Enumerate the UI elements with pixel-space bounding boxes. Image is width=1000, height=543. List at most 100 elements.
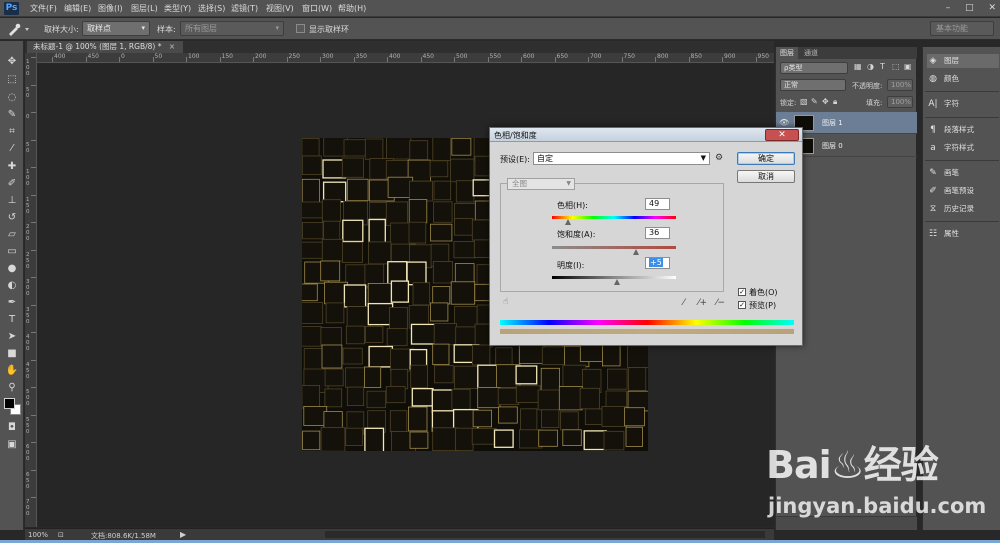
clone-stamp-tool-icon[interactable]: ⊥ bbox=[4, 194, 20, 208]
filter-type-icon[interactable]: T bbox=[880, 62, 885, 71]
dialog-titlebar[interactable]: 色相/饱和度 ✕ bbox=[490, 128, 802, 142]
saturation-input[interactable]: 36 bbox=[645, 227, 670, 239]
hue-slider-thumb[interactable] bbox=[565, 219, 572, 225]
dock-item-brush[interactable]: ✎ 画笔 bbox=[927, 166, 999, 180]
eyedropper-add-icon[interactable]: ⁄+ bbox=[698, 298, 707, 308]
healing-brush-tool-icon[interactable]: ✚ bbox=[4, 160, 20, 174]
dialog-close-button[interactable]: ✕ bbox=[765, 129, 799, 141]
quick-mask-icon[interactable]: ◘ bbox=[4, 421, 20, 435]
menu-layer[interactable]: 图层(L) bbox=[131, 3, 158, 14]
pen-tool-icon[interactable]: ✒ bbox=[4, 296, 20, 310]
menu-edit[interactable]: 编辑(E) bbox=[64, 3, 91, 14]
filter-smart-icon[interactable]: ▣ bbox=[904, 62, 912, 71]
quick-select-tool-icon[interactable]: ✎ bbox=[4, 108, 20, 122]
lock-image-icon[interactable]: ✎ bbox=[811, 97, 818, 106]
fill-input[interactable]: 100% bbox=[887, 96, 913, 108]
saturation-slider[interactable] bbox=[552, 246, 676, 249]
hand-tool-icon[interactable]: ✋ bbox=[4, 364, 20, 378]
targeted-adjustment-hand-icon[interactable]: ☝ bbox=[503, 297, 508, 307]
show-sampling-ring-checkbox[interactable] bbox=[296, 24, 305, 33]
menu-file[interactable]: 文件(F) bbox=[30, 3, 57, 14]
eyedropper-icon[interactable] bbox=[6, 22, 32, 36]
eyedropper-subtract-icon[interactable]: ⁄− bbox=[716, 298, 725, 308]
channel-select[interactable]: 全图 ▼ bbox=[507, 178, 575, 190]
cube-face bbox=[493, 429, 514, 448]
status-menu-arrow[interactable]: ▶ bbox=[180, 530, 186, 539]
close-icon[interactable]: × bbox=[169, 42, 175, 51]
dock-item-character-styles[interactable]: a 字符样式 bbox=[927, 141, 999, 155]
menu-type[interactable]: 类型(Y) bbox=[164, 3, 191, 14]
close-window-button[interactable]: ✕ bbox=[988, 3, 996, 13]
cube-face bbox=[579, 343, 605, 362]
document-tab-bar: 未标题-1 @ 100% (图层 1, RGB/8) * × bbox=[25, 41, 774, 53]
preset-select[interactable]: 自定 ▼ bbox=[533, 152, 710, 165]
dock-item-layers[interactable]: ◈ 图层 bbox=[927, 54, 999, 68]
minimize-button[interactable]: – bbox=[946, 3, 951, 13]
menu-filter[interactable]: 滤镜(T) bbox=[231, 3, 258, 14]
dodge-tool-icon[interactable]: ◐ bbox=[4, 279, 20, 293]
ok-button[interactable]: 确定 bbox=[737, 152, 795, 165]
gear-icon[interactable]: ⚙ bbox=[715, 153, 723, 163]
shape-tool-icon[interactable]: ■ bbox=[4, 347, 20, 361]
zoom-level[interactable]: 100% bbox=[28, 531, 48, 539]
preview-checkbox[interactable]: ✓ bbox=[738, 301, 746, 309]
tab-channels[interactable]: 通道 bbox=[800, 47, 822, 59]
brush-tool-icon[interactable]: ✐ bbox=[4, 177, 20, 191]
zoom-tool-icon[interactable]: ⚲ bbox=[4, 381, 20, 395]
eraser-tool-icon[interactable]: ▱ bbox=[4, 228, 20, 242]
crop-tool-icon[interactable]: ⌗ bbox=[4, 125, 20, 139]
dock-item-properties[interactable]: ☷ 属性 bbox=[927, 227, 999, 241]
dock-separator bbox=[925, 91, 999, 92]
menu-window[interactable]: 窗口(W) bbox=[302, 3, 332, 14]
history-brush-tool-icon[interactable]: ↺ bbox=[4, 211, 20, 225]
marquee-tool-icon[interactable]: ⬚ bbox=[4, 73, 20, 87]
lock-transparent-icon[interactable]: ▧ bbox=[800, 97, 808, 106]
lightness-input[interactable]: +5 bbox=[645, 257, 670, 269]
filter-shape-icon[interactable]: ⬚ bbox=[892, 62, 900, 71]
cancel-button[interactable]: 取消 bbox=[737, 170, 795, 183]
cube-face bbox=[455, 180, 475, 203]
eye-icon[interactable]: 👁︎ bbox=[779, 118, 789, 127]
hue-input[interactable]: 49 bbox=[645, 198, 670, 210]
lock-label: 锁定: bbox=[780, 99, 797, 107]
menu-select[interactable]: 选择(S) bbox=[198, 3, 225, 14]
screen-mode-icon[interactable]: ▣ bbox=[4, 438, 20, 452]
menu-image[interactable]: 图像(I) bbox=[98, 3, 123, 14]
filter-adjustment-icon[interactable]: ◑ bbox=[867, 62, 874, 71]
sample-select[interactable]: 所有图层 ▾ bbox=[180, 21, 284, 36]
dock-item-paragraph-styles[interactable]: ¶ 段落样式 bbox=[927, 123, 999, 137]
gradient-tool-icon[interactable]: ▭ bbox=[4, 245, 20, 259]
filter-pixel-icon[interactable]: ▦ bbox=[854, 62, 862, 71]
blend-mode-select[interactable]: 正常 bbox=[780, 79, 846, 91]
eyedropper-icon[interactable]: ⁄ bbox=[683, 298, 685, 308]
tab-layers[interactable]: 图层 bbox=[776, 47, 798, 59]
dock-item-color[interactable]: ◍ 颜色 bbox=[927, 72, 999, 86]
dock-item-brush-presets[interactable]: ✐ 画笔预设 bbox=[927, 184, 999, 198]
move-tool-icon[interactable]: ✥ bbox=[4, 55, 20, 69]
cube-face bbox=[410, 364, 428, 389]
maximize-button[interactable]: □ bbox=[965, 3, 974, 13]
foreground-color-swatch[interactable] bbox=[4, 398, 15, 409]
lock-all-icon[interactable]: 🔒︎ bbox=[833, 97, 837, 107]
colorize-checkbox[interactable]: ✓ bbox=[738, 288, 746, 296]
dock-item-history[interactable]: ⧖ 历史记录 bbox=[927, 202, 999, 216]
sample-size-select[interactable]: 取样点 ▾ bbox=[82, 21, 150, 36]
document-tab[interactable]: 未标题-1 @ 100% (图层 1, RGB/8) * × bbox=[27, 41, 184, 53]
workspace-select[interactable]: 基本功能 bbox=[930, 21, 994, 36]
layer-filter-select[interactable]: ρ类型 bbox=[780, 62, 848, 74]
path-select-tool-icon[interactable]: ➤ bbox=[4, 330, 20, 344]
eyedropper-tool-icon[interactable]: ⁄ bbox=[4, 142, 20, 156]
blur-tool-icon[interactable]: ● bbox=[4, 262, 20, 276]
cube-face bbox=[471, 344, 491, 366]
dock-item-character[interactable]: A| 字符 bbox=[927, 97, 999, 111]
opacity-input[interactable]: 100% bbox=[887, 79, 913, 91]
lightness-slider-thumb[interactable] bbox=[613, 279, 621, 285]
menu-view[interactable]: 视图(V) bbox=[266, 3, 294, 14]
lasso-tool-icon[interactable]: ◌ bbox=[4, 91, 20, 105]
lock-position-icon[interactable]: ✥ bbox=[822, 97, 829, 106]
saturation-slider-thumb[interactable] bbox=[632, 249, 640, 255]
type-tool-icon[interactable]: T bbox=[4, 313, 20, 327]
cube-face bbox=[324, 368, 344, 387]
menu-help[interactable]: 帮助(H) bbox=[338, 3, 366, 14]
horizontal-scrollbar[interactable] bbox=[325, 531, 765, 538]
